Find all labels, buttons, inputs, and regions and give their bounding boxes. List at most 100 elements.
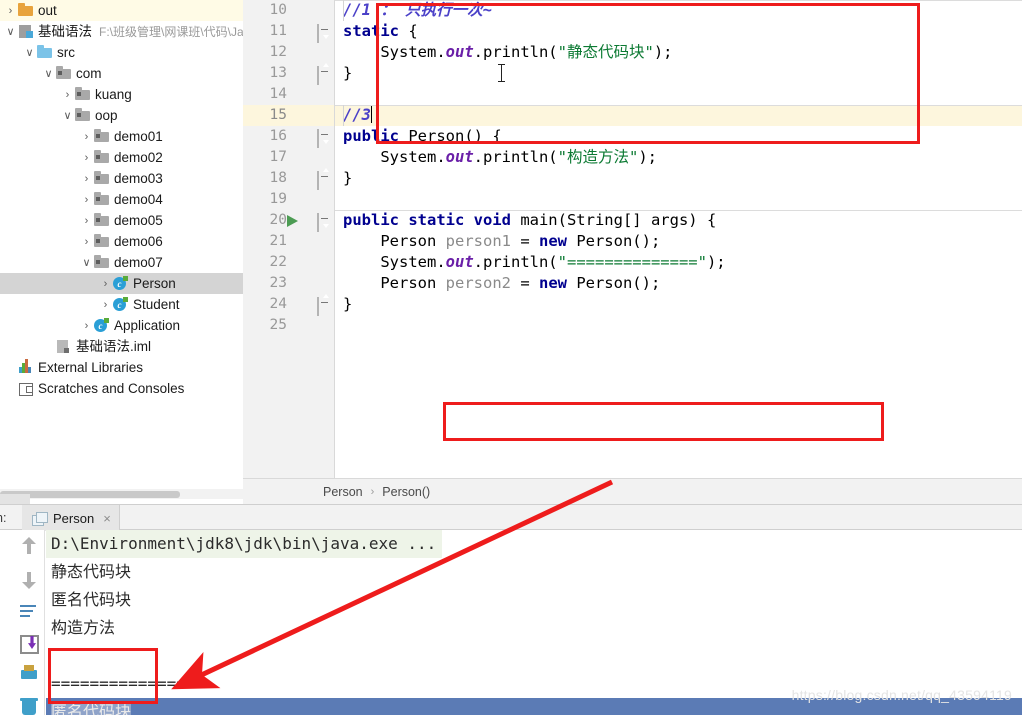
clear-all-icon[interactable] (18, 696, 40, 715)
code-token: } (343, 169, 353, 187)
chevron-right-icon[interactable]: › (99, 273, 112, 294)
code-editor[interactable]: 10 11 12 13 14 15 16 17 18 19 20 21 22 23 24 25 //1 ： 只… (243, 0, 1022, 478)
chevron-down-icon[interactable]: ∨ (23, 42, 36, 63)
breadcrumb[interactable]: Person › Person() (243, 478, 1022, 504)
gutter-line[interactable]: 11 (243, 21, 335, 43)
gutter-line[interactable]: 24 (243, 294, 335, 316)
tree-item-com[interactable]: ∨ com (0, 63, 243, 84)
tree-item-demo05[interactable]: › demo05 (0, 210, 243, 231)
code-line[interactable]: static { (335, 21, 1022, 42)
chevron-down-icon[interactable]: ∨ (80, 252, 93, 273)
code-text-area[interactable]: //1 ： 只执行一次~ static { System.out.println(… (335, 0, 1022, 478)
tree-item-[interactable]: ∨ 基础语法 F:\班级管理\网课班\代码\Ja (0, 21, 243, 42)
code-fold-toggle-icon[interactable] (317, 66, 330, 85)
console-output-line[interactable]: 构造方法 (46, 614, 1022, 642)
gutter-line[interactable]: 19 (243, 189, 335, 210)
chevron-right-icon[interactable]: › (80, 231, 93, 252)
tree-item-demo06[interactable]: › demo06 (0, 231, 243, 252)
code-line[interactable]: public static void main(String[] args) { (335, 210, 1022, 231)
sidebar-horizontal-scrollbar[interactable] (0, 489, 243, 499)
code-token: Person() { (399, 127, 502, 145)
console-output-line[interactable] (46, 642, 1022, 670)
line-number-gutter[interactable]: 10 11 12 13 14 15 16 17 18 19 20 21 22 23 24 25 (243, 0, 335, 478)
code-line[interactable]: System.out.println("=============="); (335, 252, 1022, 273)
tree-item-kuang[interactable]: › kuang (0, 84, 243, 105)
chevron-right-icon[interactable]: › (80, 126, 93, 147)
code-line[interactable]: //1 ： 只执行一次~ (335, 0, 1022, 21)
breadcrumb-member[interactable]: Person() (382, 485, 430, 499)
tree-item-demo07[interactable]: ∨ demo07 (0, 252, 243, 273)
print-icon[interactable] (18, 664, 40, 686)
tree-item-label: Application (114, 318, 181, 333)
line-number: 14 (269, 86, 287, 102)
tree-item-iml[interactable]: 基础语法.iml (0, 336, 243, 357)
tree-item-demo01[interactable]: › demo01 (0, 126, 243, 147)
code-fold-toggle-icon[interactable] (317, 24, 330, 43)
chevron-down-icon[interactable]: ∨ (42, 63, 55, 84)
code-line[interactable]: } (335, 168, 1022, 189)
gutter-line[interactable]: 22 (243, 252, 335, 273)
code-line[interactable]: } (335, 294, 1022, 315)
tree-item-demo03[interactable]: › demo03 (0, 168, 243, 189)
code-line[interactable]: //3 (335, 105, 1022, 126)
tree-item-person[interactable]: › c Person (0, 273, 243, 294)
chevron-down-icon[interactable]: ∨ (61, 105, 74, 126)
chevron-right-icon[interactable]: › (61, 84, 74, 105)
code-line[interactable] (335, 315, 1022, 336)
tree-item-demo04[interactable]: › demo04 (0, 189, 243, 210)
gutter-line[interactable]: 25 (243, 315, 335, 336)
gutter-line[interactable]: 21 (243, 231, 335, 252)
gutter-line[interactable]: 10 (243, 0, 335, 21)
soft-wrap-icon[interactable] (18, 600, 40, 622)
close-icon[interactable]: × (103, 511, 111, 526)
gutter-line[interactable]: 13 (243, 63, 335, 85)
gutter-line[interactable]: 15 (243, 105, 335, 126)
gutter-line[interactable]: 18 (243, 168, 335, 190)
code-fold-toggle-icon[interactable] (317, 129, 330, 148)
tree-item-src[interactable]: ∨ src (0, 42, 243, 63)
gutter-line[interactable]: 17 (243, 147, 335, 168)
breadcrumb-class[interactable]: Person (323, 485, 363, 499)
tree-item-out[interactable]: › out (0, 0, 243, 21)
scroll-down-icon[interactable] (18, 568, 40, 590)
code-line[interactable]: public Person() { (335, 126, 1022, 147)
code-line[interactable]: Person person1 = new Person(); (335, 231, 1022, 252)
gutter-line[interactable]: 14 (243, 84, 335, 105)
chevron-right-icon[interactable]: › (80, 189, 93, 210)
code-line[interactable] (335, 84, 1022, 105)
chevron-right-icon[interactable]: › (80, 168, 93, 189)
chevron-down-icon[interactable]: ∨ (4, 21, 17, 42)
export-output-icon[interactable] (18, 632, 40, 654)
console-output-line[interactable]: 静态代码块 (46, 558, 1022, 586)
code-line[interactable]: } (335, 63, 1022, 84)
tree-item-student[interactable]: › c Student (0, 294, 243, 315)
console-toolbar[interactable] (12, 530, 45, 715)
code-fold-toggle-icon[interactable] (317, 171, 330, 190)
code-fold-toggle-icon[interactable] (317, 297, 330, 316)
code-fold-toggle-icon[interactable] (317, 213, 330, 232)
code-line[interactable]: System.out.println("构造方法"); (335, 147, 1022, 168)
tree-item-application[interactable]: › c Application (0, 315, 243, 336)
scroll-up-icon[interactable] (18, 536, 40, 558)
tree-item-external-libraries[interactable]: External Libraries (0, 357, 243, 378)
project-tree-panel[interactable]: › out ∨ 基础语法 F:\班级管理\网课班\代码\Ja ∨ src ∨ com › kuang… (0, 0, 243, 508)
run-gutter-icon[interactable] (287, 215, 298, 227)
gutter-line[interactable]: 20 (243, 210, 335, 232)
code-line[interactable]: Person person2 = new Person(); (335, 273, 1022, 294)
console-command-line[interactable]: D:\Environment\jdk8\jdk\bin\java.exe ... (46, 530, 443, 558)
tree-item-demo02[interactable]: › demo02 (0, 147, 243, 168)
code-line[interactable] (335, 189, 1022, 210)
tree-item-oop[interactable]: ∨ oop (0, 105, 243, 126)
gutter-line[interactable]: 23 (243, 273, 335, 294)
chevron-right-icon[interactable]: › (80, 147, 93, 168)
tree-item-scratches-and-consoles[interactable]: Scratches and Consoles (0, 378, 243, 399)
gutter-line[interactable]: 12 (243, 42, 335, 63)
gutter-line[interactable]: 16 (243, 126, 335, 148)
chevron-right-icon[interactable]: › (80, 315, 93, 336)
chevron-right-icon[interactable]: › (80, 210, 93, 231)
run-tab-person[interactable]: Person × (22, 505, 120, 531)
chevron-right-icon[interactable]: › (4, 0, 17, 21)
code-line[interactable]: System.out.println("静态代码块"); (335, 42, 1022, 63)
chevron-right-icon[interactable]: › (99, 294, 112, 315)
console-output-line[interactable]: 匿名代码块 (46, 586, 1022, 614)
